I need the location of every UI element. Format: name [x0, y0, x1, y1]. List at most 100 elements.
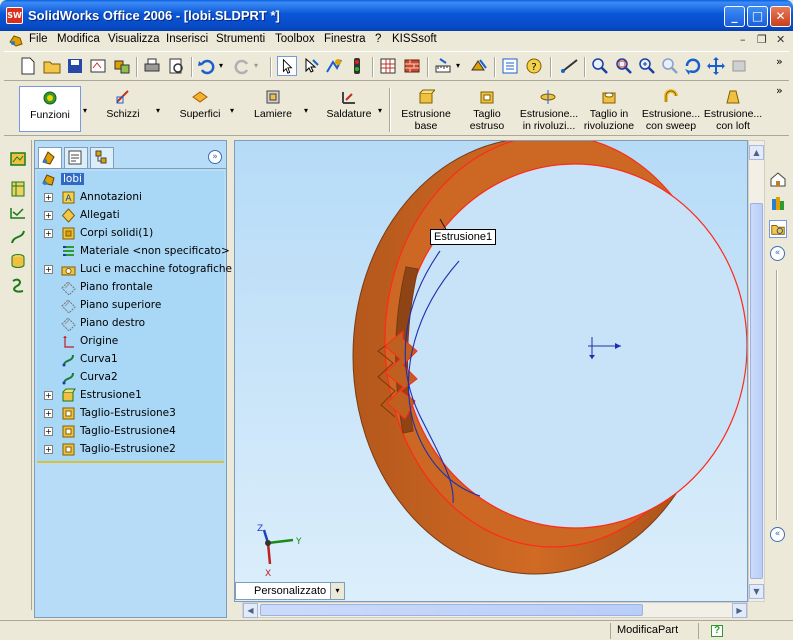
zoom-in-out-icon[interactable] [637, 56, 657, 76]
tree-node-luci-e-macchine-fotografiche[interactable]: + Luci e macchine fotografiche [37, 261, 232, 279]
curve-toolbar-icon[interactable] [9, 228, 27, 246]
cmd-estrusione-sweep[interactable]: Estrusione... con sweep [640, 86, 702, 132]
open-folder-icon[interactable] [42, 56, 62, 76]
mdi-close-icon[interactable]: ✕ [776, 33, 785, 46]
cmd-schizzi[interactable]: Schizzi [94, 86, 152, 120]
3d-drawing-view-icon[interactable] [729, 56, 749, 76]
expand-node-icon[interactable]: + [44, 193, 53, 202]
tree-node-origine[interactable]: Origine [37, 333, 224, 351]
tree-node-piano-destro[interactable]: Piano destro [37, 315, 224, 333]
part-model[interactable]: Y Z X [235, 141, 748, 602]
cmd-funzioni[interactable]: Funzioni [19, 86, 81, 132]
zoom-to-fit-icon[interactable] [590, 56, 610, 76]
library-icon[interactable] [769, 194, 787, 212]
tree-node-taglio-estrusione2[interactable]: + Taglio-Estrusione2 [37, 441, 224, 459]
cylinder-toolbar-icon[interactable] [9, 252, 27, 270]
view-orientation-selector[interactable]: Personalizzato ▾ [235, 582, 345, 600]
expand-node-icon[interactable]: + [44, 265, 53, 274]
expand-node-icon[interactable]: + [44, 229, 53, 238]
menu-modifica[interactable]: Modifica [57, 33, 100, 45]
select-pointer-icon[interactable] [277, 56, 297, 76]
part-document-icon[interactable] [8, 32, 24, 48]
maximize-button[interactable]: □ [747, 6, 768, 27]
minimize-button[interactable]: _ [724, 6, 745, 27]
tab-propertymanager[interactable] [64, 147, 88, 168]
close-button[interactable]: ✕ [770, 6, 791, 27]
make-assembly-icon[interactable] [112, 56, 132, 76]
tree-node-taglio-estrusione4[interactable]: + Taglio-Estrusione4 [37, 423, 224, 441]
sheet-toolbar-icon[interactable] [9, 180, 27, 198]
view-orientation-dropdown-icon[interactable]: ▾ [330, 583, 344, 599]
tree-node-materiale-non-specificato[interactable]: Materiale <non specificato> [37, 243, 230, 261]
pan-icon[interactable] [706, 56, 726, 76]
collapse-panel-icon[interactable]: » [208, 150, 222, 164]
cmd-lamiere[interactable]: Lamiere [243, 86, 303, 120]
menu-strumenti[interactable]: Strumenti [216, 33, 265, 45]
lamiere-dropdown-icon[interactable]: ▾ [304, 106, 308, 115]
traffic-light-icon[interactable] [347, 56, 367, 76]
home-icon[interactable] [769, 170, 787, 188]
graphics-area[interactable]: Y Z X Estrusione1 Personalizzato ▾ [234, 140, 748, 602]
save-icon[interactable] [65, 56, 85, 76]
tree-node-curva1[interactable]: Curva1 [37, 351, 224, 369]
rebuild-icon[interactable] [324, 56, 344, 76]
menu-inserisci[interactable]: Inserisci [166, 33, 208, 45]
help-status-icon[interactable]: ? [711, 625, 723, 637]
measure-icon[interactable] [434, 56, 454, 76]
horizontal-scrollbar[interactable]: ◀ ▶ [242, 602, 748, 618]
select-other-icon[interactable] [301, 56, 321, 76]
expand-node-icon[interactable]: + [44, 409, 53, 418]
scroll-up-icon[interactable]: ▲ [749, 145, 764, 160]
expand-node-icon[interactable]: + [44, 445, 53, 454]
zoom-to-selection-icon[interactable] [660, 56, 680, 76]
cmd-estrusione-loft[interactable]: Estrusione... con loft [702, 86, 764, 132]
scroll-right-icon[interactable]: ▶ [732, 603, 747, 618]
print-preview-icon[interactable] [166, 56, 186, 76]
measure-dropdown-icon[interactable]: ▾ [456, 61, 460, 70]
tree-node-corpi-solidi-1[interactable]: + Corpi solidi(1) [37, 225, 224, 243]
zoom-area-icon[interactable] [614, 56, 634, 76]
expand-task-pane-icon[interactable]: « [770, 246, 785, 261]
expand-node-icon[interactable]: + [44, 391, 53, 400]
redo-icon[interactable] [232, 56, 252, 76]
spline-toolbar-icon[interactable] [9, 276, 27, 294]
menu-toolbox[interactable]: Toolbox [275, 33, 315, 45]
sketch-toolbar-icon[interactable] [9, 150, 27, 168]
schizzi-dropdown-icon[interactable]: ▾ [156, 106, 160, 115]
scroll-down-icon[interactable]: ▼ [749, 584, 764, 599]
saldature-dropdown-icon[interactable]: ▾ [378, 106, 382, 115]
properties-icon[interactable] [500, 56, 520, 76]
menu-help[interactable]: ? [375, 33, 381, 45]
status-help[interactable]: ? [698, 623, 738, 639]
tree-node-taglio-estrusione3[interactable]: + Taglio-Estrusione3 [37, 405, 224, 423]
file-explorer-icon[interactable] [769, 220, 787, 238]
scroll-left-icon[interactable]: ◀ [243, 603, 258, 618]
rotate-view-icon[interactable] [683, 56, 703, 76]
menu-finestra[interactable]: Finestra [324, 33, 366, 45]
tab-configurationmanager[interactable] [90, 147, 114, 168]
cmd-saldature[interactable]: Saldature [317, 86, 381, 120]
cmd-estrusione-rivoluzione[interactable]: Estrusione... in rivoluzi... [518, 86, 578, 132]
mdi-restore-icon[interactable]: ❐ [757, 33, 767, 46]
undo-dropdown-icon[interactable]: ▾ [219, 61, 223, 70]
funzioni-dropdown-icon[interactable]: ▾ [83, 106, 87, 115]
menu-file[interactable]: File [29, 33, 48, 45]
superfici-dropdown-icon[interactable]: ▾ [230, 106, 234, 115]
new-document-icon[interactable] [18, 56, 38, 76]
help-icon[interactable]: ? [524, 56, 544, 76]
menu-visualizza[interactable]: Visualizza [108, 33, 160, 45]
cmd-superfici[interactable]: Superfici [169, 86, 231, 120]
cmd-taglio-rivoluzione[interactable]: Taglio in rivoluzione [580, 86, 638, 132]
tab-featuremanager[interactable] [38, 147, 62, 168]
brick-options-icon[interactable] [402, 56, 422, 76]
undo-icon[interactable] [197, 56, 217, 76]
cmd-taglio-estruso[interactable]: Taglio estruso [459, 86, 515, 132]
tree-node-curva2[interactable]: Curva2 [37, 369, 224, 387]
toolbar-overflow-icon[interactable]: » [776, 55, 783, 68]
mdi-minimize-icon[interactable]: – [740, 33, 746, 46]
tree-node-piano-superiore[interactable]: Piano superiore [37, 297, 224, 315]
cmd-estrusione-base[interactable]: Estrusione base [396, 86, 456, 132]
tree-root[interactable]: lobi [37, 171, 224, 189]
horizontal-scroll-thumb[interactable] [260, 604, 643, 616]
grid-options-icon[interactable] [378, 56, 398, 76]
